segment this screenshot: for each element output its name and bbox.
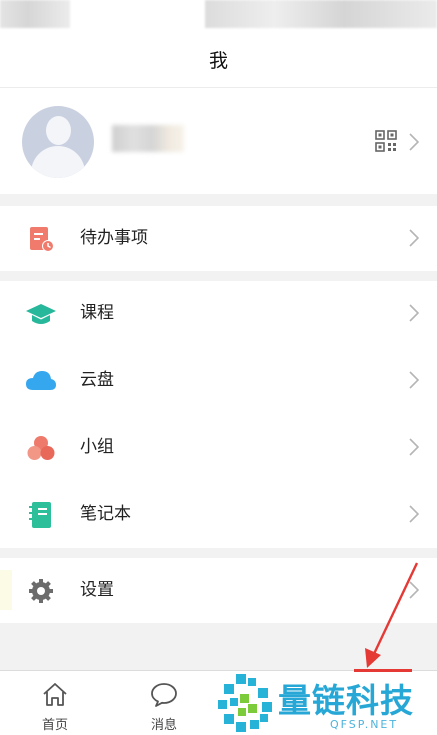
menu-item-cloud[interactable]: 云盘	[0, 348, 437, 413]
menu-group-todo: 待办事项	[0, 206, 437, 271]
menu-item-label: 小组	[80, 437, 114, 457]
tab-messages[interactable]: 消息	[129, 671, 199, 735]
chevron-right-icon	[409, 438, 419, 456]
tab-messages-label: 消息	[150, 718, 177, 733]
chevron-right-icon	[409, 304, 419, 322]
menu-item-label: 课程	[80, 303, 114, 323]
cloud-icon	[26, 371, 56, 390]
gear-icon	[29, 579, 53, 603]
edge-highlight	[0, 570, 12, 610]
tab-home[interactable]: 首页	[20, 671, 90, 735]
page-title: 我	[208, 50, 228, 72]
menu-item-label: 云盘	[80, 370, 114, 390]
chevron-right-icon	[409, 505, 419, 523]
chevron-right-icon	[409, 371, 419, 389]
home-icon	[43, 683, 67, 706]
menu-item-group[interactable]: 小组	[0, 415, 437, 480]
avatar-head	[46, 116, 71, 145]
profile-card[interactable]	[0, 88, 437, 194]
notebook-icon	[29, 502, 51, 528]
title-bar: 我	[0, 30, 437, 88]
menu-group-main: 课程 云盘 小组 笔记本	[0, 281, 437, 548]
watermark: 量链科技 QFSP.NET	[218, 672, 437, 735]
avatar[interactable]	[22, 106, 94, 178]
tab-home-label: 首页	[41, 718, 68, 733]
qr-code-icon[interactable]	[375, 130, 397, 152]
chat-bubble-icon	[151, 683, 177, 707]
watermark-text: 量链科技	[278, 681, 414, 720]
menu-item-todo[interactable]: 待办事项	[0, 206, 437, 271]
course-icon	[26, 304, 56, 324]
menu-item-label: 笔记本	[80, 504, 131, 524]
menu-item-label: 设置	[80, 580, 114, 600]
user-name-blurred	[112, 125, 184, 152]
menu-item-notebook[interactable]: 笔记本	[0, 482, 437, 547]
menu-item-label: 待办事项	[80, 228, 148, 248]
red-arrow-annotation	[365, 562, 419, 668]
watermark-logo-icon	[218, 674, 272, 732]
status-bar-blur-left	[0, 0, 70, 28]
status-bar	[0, 0, 437, 30]
group-icon	[27, 436, 55, 460]
avatar-body	[31, 146, 85, 178]
chevron-right-icon	[409, 229, 419, 247]
menu-item-course[interactable]: 课程	[0, 281, 437, 346]
chevron-right-icon	[409, 133, 419, 151]
todo-icon	[30, 227, 54, 252]
status-bar-blur-right	[205, 0, 437, 28]
watermark-subtext: QFSP.NET	[330, 718, 399, 731]
